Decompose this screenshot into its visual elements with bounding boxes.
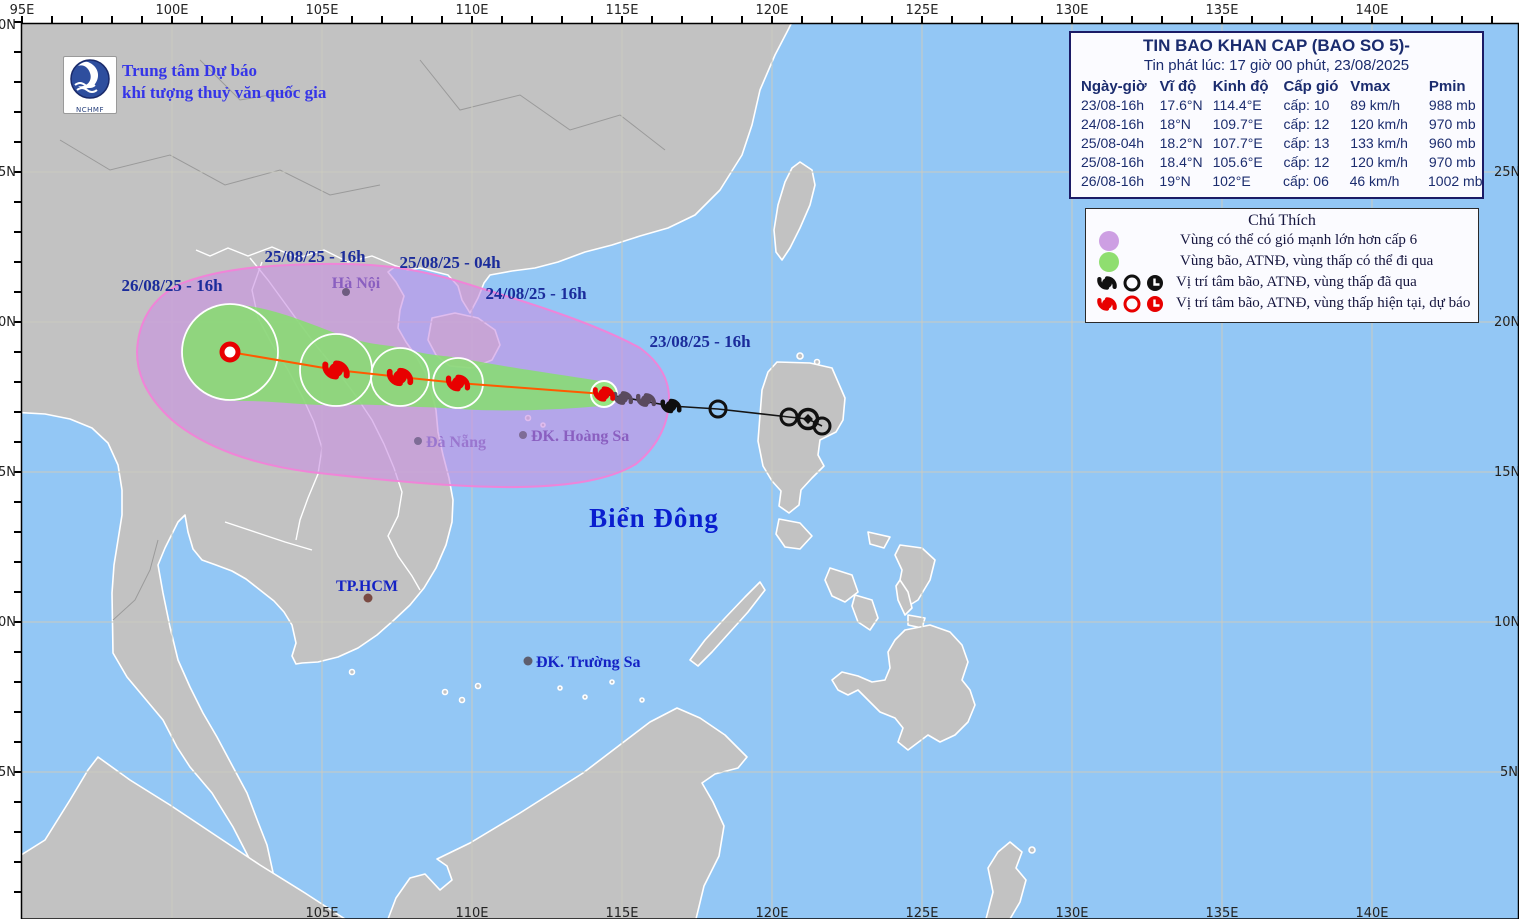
- table-row: 24/08-16h 18°N 109.7°E cấp: 12 120 km/h 970 m…: [1081, 116, 1476, 132]
- bulletin-info-box: TIN BAO KHAN CAP (BAO SO 5)- Tin phát lú…: [1069, 31, 1484, 199]
- land-reef-spratly-3: [609, 679, 615, 685]
- city-label-hoangsa: ĐK. Hoàng Sa: [531, 428, 629, 445]
- col-vmax: Vmax: [1350, 78, 1391, 95]
- axis-right-10n: 10N: [1494, 615, 1519, 630]
- date-label-26-08: 26/08/25 - 16h: [121, 276, 223, 295]
- axis-right-25n: 25N: [1494, 165, 1519, 180]
- axis-left-30n: 30N: [0, 18, 16, 33]
- bulletin-table-header: Ngày-giờ Vĩ độ Kinh độ Cấp gió Vmax Pmin: [1071, 77, 1482, 96]
- red-low-icon: [1145, 294, 1165, 313]
- agency-name: Trung tâm Dự báo khí tượng thuỷ văn quốc…: [122, 60, 326, 104]
- legend-box: Chú Thích Vùng có thể có gió mạnh lớn hơ…: [1085, 208, 1479, 323]
- sea-name-label: Biển Đông: [589, 503, 719, 533]
- land-islet-conson: [348, 668, 356, 676]
- land-babuyan-1: [796, 352, 804, 360]
- red-circle-icon: [1123, 295, 1141, 312]
- axis-left-20n: 20N: [0, 315, 16, 330]
- axis-right-20n: 20N: [1494, 315, 1519, 330]
- axis-top-120e: 120E: [755, 3, 788, 18]
- agency-name-line1: Trung tâm Dự báo: [122, 61, 258, 80]
- legend-item-label: Vị trí tâm bão, ATNĐ, vùng thấp đã qua: [1176, 274, 1417, 290]
- axis-top-130e: 130E: [1055, 3, 1088, 18]
- axis-bottom-125e: 125E: [905, 906, 938, 919]
- axis-left-5n: 5N: [0, 765, 16, 780]
- date-label-23-08: 23/08/25 - 16h: [649, 332, 751, 351]
- city-dot-hoangsa: [519, 431, 527, 439]
- city-label-hanoi: Hà Nội: [332, 275, 381, 292]
- agency-emblem-icon: [70, 59, 110, 99]
- col-lat: Vĩ độ: [1159, 78, 1197, 95]
- land-islet-anambas-1: [441, 688, 449, 696]
- date-label-24-08: 24/08/25 - 16h: [485, 284, 587, 303]
- col-lon: Kinh độ: [1212, 78, 1269, 95]
- axis-bottom-120e: 120E: [755, 906, 788, 919]
- bulletin-issued-time: Tin phát lúc: 17 giờ 00 phút, 23/08/2025: [1143, 57, 1410, 74]
- legend-item-label: Vùng bão, ATNĐ, vùng thấp có thể đi qua: [1180, 253, 1434, 269]
- legend-item-label: Vị trí tâm bão, ATNĐ, vùng thấp hiện tại…: [1176, 295, 1471, 311]
- agency-name-line2: khí tượng thuỷ văn quốc gia: [122, 83, 327, 102]
- table-row: 23/08-16h 17.6°N 114.4°E cấp: 10 89 km/h 988 …: [1081, 97, 1476, 113]
- axis-top-105e: 105E: [305, 3, 338, 18]
- axis-bottom-105e: 105E: [305, 906, 338, 919]
- red-typhoon-icon: [1094, 291, 1120, 317]
- col-time: Ngày-giờ: [1081, 78, 1147, 95]
- city-label-truongsa: ĐK. Trường Sa: [536, 654, 641, 671]
- axis-left-15n: 15N: [0, 465, 16, 480]
- axis-bottom-115e: 115E: [605, 906, 638, 919]
- axis-top-140e: 140E: [1355, 3, 1388, 18]
- table-row: 25/08-04h 18.2°N 107.7°E cấp: 13 133 km/h 960…: [1081, 135, 1476, 151]
- col-pmin: Pmin: [1428, 78, 1466, 95]
- agency-logo: NCHMF: [63, 56, 117, 114]
- axis-top-100e: 100E: [155, 3, 188, 18]
- bulletin-title: TIN BAO KHAN CAP (BAO SO 5)-: [1143, 36, 1410, 55]
- land-islet-1: [1028, 846, 1036, 854]
- axis-right-15n: 15N: [1494, 465, 1519, 480]
- table-row: 26/08-16h 19°N 102°E cấp: 06 46 km/h 1002 mb: [1081, 173, 1483, 189]
- axis-bottom-140e: 140E: [1355, 906, 1388, 919]
- legend-item-danger-zone: Vùng có thể có gió mạnh lớn hơn cấp 6: [1086, 230, 1478, 251]
- city-label-tphcm: TP.HCM: [336, 578, 398, 595]
- axis-top-125e: 125E: [905, 3, 938, 18]
- legend-title: Chú Thích: [1248, 212, 1316, 229]
- storm-bulletin-map-page: { "logo": { "line1": "Trung tâm Dự báo",…: [0, 0, 1519, 920]
- forecast-low-icon-26-16h: [219, 341, 241, 363]
- axis-left-25n: 25N: [0, 165, 16, 180]
- axis-top-95e: 95E: [10, 3, 35, 18]
- date-label-25-08-04h: 25/08/25 - 04h: [399, 253, 501, 272]
- col-wind: Cấp gió: [1283, 78, 1339, 95]
- axis-right-5n: 5N: [1500, 765, 1518, 780]
- land-reef-spratly-4: [639, 697, 645, 703]
- axis-top-115e: 115E: [605, 3, 638, 18]
- land-reef-spratly-1: [557, 685, 563, 691]
- axis-left-10n: 10N: [0, 615, 16, 630]
- legend-item-label: Vùng có thể có gió mạnh lớn hơn cấp 6: [1180, 232, 1418, 248]
- legend-item-current-forecast-position: Vị trí tâm bão, ATNĐ, vùng thấp hiện tại…: [1086, 293, 1478, 314]
- city-dot-danang: [414, 437, 422, 445]
- city-label-danang: Đà Nẵng: [426, 434, 486, 451]
- axis-top-135e: 135E: [1205, 3, 1238, 18]
- purple-zone-icon: [1099, 230, 1119, 251]
- axis-bottom-135e: 135E: [1205, 906, 1238, 919]
- axis-bottom-130e: 130E: [1055, 906, 1088, 919]
- axis-bottom-110e: 110E: [455, 906, 488, 919]
- land-islet-anambas-2: [458, 696, 466, 704]
- date-label-25-08-16h: 25/08/25 - 16h: [264, 247, 366, 266]
- land-reef-spratly-2: [582, 694, 588, 700]
- table-row: 25/08-16h 18.4°N 105.6°E cấp: 12 120 km/h 970…: [1081, 154, 1476, 170]
- agency-abbr: NCHMF: [76, 106, 104, 114]
- land-islet-anambas-3: [474, 682, 482, 690]
- city-dot-truongsa: [523, 656, 533, 666]
- axis-top-110e: 110E: [455, 3, 488, 18]
